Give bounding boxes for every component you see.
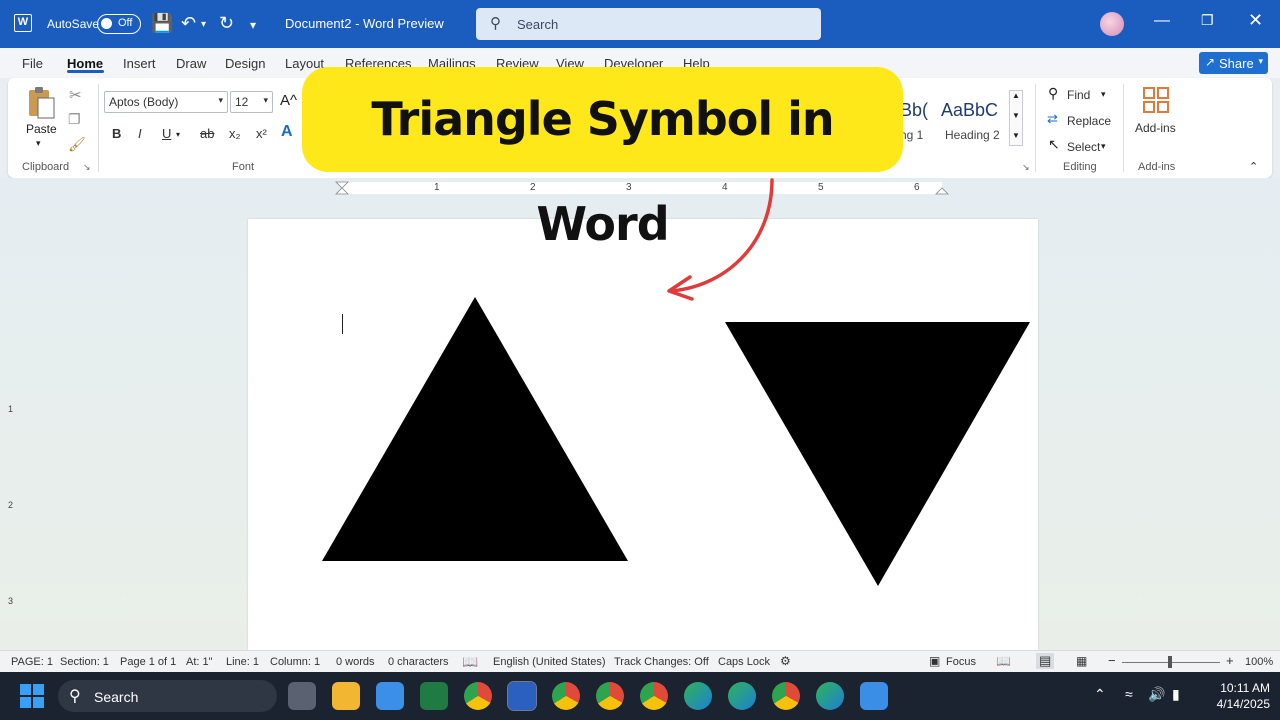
edge-icon[interactable] [684, 682, 712, 710]
status-zoom[interactable]: 100% [1245, 656, 1273, 668]
chrome-profile-icon[interactable] [552, 682, 580, 710]
status-at[interactable]: At: 1" [186, 656, 213, 668]
windows-start-icon[interactable] [20, 684, 44, 708]
notepad-icon[interactable] [376, 682, 404, 710]
focus-icon[interactable]: ▣ [929, 654, 940, 668]
status-words[interactable]: 0 words [336, 656, 375, 668]
chrome-icon[interactable] [464, 682, 492, 710]
read-mode-icon[interactable]: 📖 [996, 654, 1011, 668]
battery-icon[interactable]: ▮ [1172, 686, 1180, 703]
status-track-changes[interactable]: Track Changes: Off [614, 656, 709, 668]
taskbar-search[interactable]: ⚲ Search [58, 680, 277, 712]
wifi-icon[interactable]: ≈ [1125, 686, 1133, 702]
status-bar: PAGE: 1 Section: 1 Page 1 of 1 At: 1" Li… [0, 650, 1280, 672]
zoom-thumb[interactable] [1168, 656, 1172, 668]
zoom-in-icon[interactable]: + [1226, 653, 1234, 668]
proofing-icon[interactable]: 📖 [462, 654, 478, 670]
print-layout-icon[interactable]: ▤ [1036, 653, 1055, 669]
taskbar-search-label: Search [94, 689, 139, 705]
task-view-icon[interactable] [288, 682, 316, 710]
status-column[interactable]: Column: 1 [270, 656, 320, 668]
word-icon[interactable] [507, 681, 537, 711]
title-callout: Triangle Symbol in Word [302, 67, 903, 251]
status-focus[interactable]: Focus [946, 656, 976, 668]
clock-time: 10:11 AM [1220, 681, 1270, 695]
down-triangle-shape[interactable] [725, 322, 1030, 586]
callout-text: Triangle Symbol in Word [371, 92, 834, 251]
chevron-up-icon[interactable]: ⌃ [1094, 686, 1106, 703]
status-caps-lock[interactable]: Caps Lock [718, 656, 770, 668]
chrome-profile-icon[interactable] [640, 682, 668, 710]
up-triangle-shape[interactable] [322, 297, 628, 561]
clock-date: 4/14/2025 [1216, 697, 1270, 711]
taskbar: ⚲ Search ⌃ ≈ 🔊 ▮ 10:11 AM 4/14/2025 [0, 672, 1280, 720]
status-line[interactable]: Line: 1 [226, 656, 259, 668]
status-language[interactable]: English (United States) [493, 656, 606, 668]
status-section[interactable]: Section: 1 [60, 656, 109, 668]
accessibility-icon[interactable]: ⚙ [780, 654, 791, 668]
clock[interactable]: 10:11 AM 4/14/2025 [1200, 680, 1270, 712]
search-icon: ⚲ [69, 688, 81, 705]
excel-icon[interactable] [420, 682, 448, 710]
status-page[interactable]: PAGE: 1 [11, 656, 53, 668]
status-page-of[interactable]: Page 1 of 1 [120, 656, 176, 668]
edge-profile-icon[interactable] [728, 682, 756, 710]
volume-icon[interactable]: 🔊 [1148, 686, 1165, 703]
chrome-profile-icon[interactable] [596, 682, 624, 710]
status-characters[interactable]: 0 characters [388, 656, 449, 668]
chrome-profile-icon[interactable] [772, 682, 800, 710]
zoom-out-icon[interactable]: − [1108, 653, 1116, 668]
web-layout-icon[interactable]: ▦ [1076, 654, 1087, 668]
file-explorer-icon[interactable] [332, 682, 360, 710]
edge-profile-icon[interactable] [816, 682, 844, 710]
photos-icon[interactable] [860, 682, 888, 710]
